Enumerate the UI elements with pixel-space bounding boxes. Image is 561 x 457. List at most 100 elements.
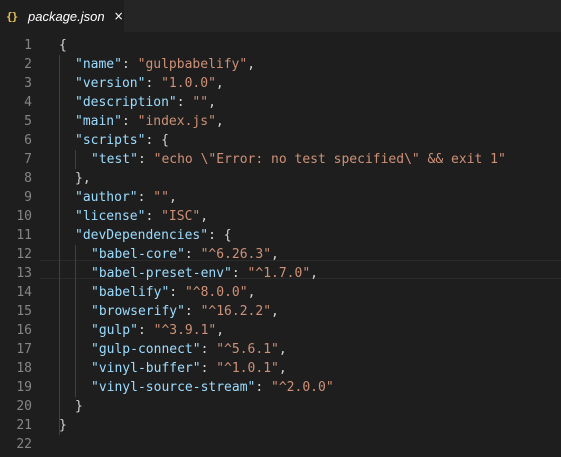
json-key: "vinyl-buffer" xyxy=(91,361,201,376)
punctuation: : xyxy=(176,95,193,110)
punctuation: } xyxy=(75,399,83,414)
line-number: 11 xyxy=(16,228,32,243)
json-string-value: "^3.9.1" xyxy=(153,323,217,338)
code-line: 1{ xyxy=(0,36,561,55)
code-line: 4 "description": "", xyxy=(0,93,561,112)
json-string-value: "^8.0.0" xyxy=(184,285,248,300)
line-code: { xyxy=(59,36,67,55)
code-line: 5 "main": "index.js", xyxy=(0,112,561,131)
json-string-value: "^1.7.0" xyxy=(247,266,311,281)
line-number: 15 xyxy=(16,304,32,319)
json-key: "description" xyxy=(75,95,177,110)
punctuation: , xyxy=(278,361,287,376)
json-key: "vinyl-source-stream" xyxy=(91,380,256,395)
line-number: 20 xyxy=(16,399,32,414)
line-number: 9 xyxy=(24,190,32,205)
line-code: }, xyxy=(75,169,91,188)
code-line: 7 "test": "echo \"Error: no test specifie… xyxy=(0,150,561,169)
json-key: "author" xyxy=(75,190,138,205)
line-code: "babel-preset-env": "^1.7.0", xyxy=(91,264,318,283)
json-file-icon: {} xyxy=(6,9,18,23)
punctuation: , xyxy=(216,323,225,338)
line-number: 5 xyxy=(24,114,32,129)
line-code: "babel-core": "^6.26.3", xyxy=(91,245,279,264)
punctuation: : { xyxy=(208,228,232,243)
line-number: 1 xyxy=(24,38,32,53)
punctuation: , xyxy=(208,95,216,110)
punctuation: : xyxy=(121,57,138,72)
punctuation: , xyxy=(247,57,256,72)
line-number: 2 xyxy=(24,57,32,72)
punctuation: , xyxy=(168,190,177,205)
punctuation: , xyxy=(271,304,279,319)
close-icon[interactable]: × xyxy=(114,9,124,23)
punctuation: : xyxy=(255,380,272,395)
code-line: 14 "babelify": "^8.0.0", xyxy=(0,283,561,302)
line-number: 3 xyxy=(24,76,32,91)
code-line: 8}, xyxy=(0,169,561,188)
line-number: 19 xyxy=(16,380,32,395)
line-code: "babelify": "^8.0.0", xyxy=(91,283,255,302)
json-key: "babelify" xyxy=(91,285,170,300)
tab-bar: {} package.json × xyxy=(0,0,561,32)
punctuation: , xyxy=(278,342,287,357)
code-line: 13 "babel-preset-env": "^1.7.0", xyxy=(0,264,561,283)
json-key: "license" xyxy=(75,209,146,224)
line-code: "main": "index.js", xyxy=(75,112,224,131)
punctuation: : xyxy=(169,285,185,300)
json-key: "name" xyxy=(75,57,122,72)
json-string-value: "^16.2.2" xyxy=(200,304,272,319)
punctuation: : xyxy=(184,247,201,262)
line-number: 12 xyxy=(16,247,32,262)
code-line: 12 "babel-core": "^6.26.3", xyxy=(0,245,561,264)
json-key: "babel-core" xyxy=(91,247,185,262)
line-code: } xyxy=(59,416,67,435)
punctuation: : xyxy=(137,323,154,338)
json-string-value: "1.0.0" xyxy=(161,76,216,91)
punctuation: : xyxy=(145,76,162,91)
json-key: "test" xyxy=(91,152,138,167)
punctuation: : xyxy=(200,342,217,357)
line-number: 14 xyxy=(16,285,32,300)
json-string-value: "ISC" xyxy=(161,209,201,224)
line-number: 16 xyxy=(16,323,32,338)
line-code: "author": "", xyxy=(75,188,177,207)
json-string-value: "" xyxy=(153,190,169,205)
tab-package-json[interactable]: {} package.json × xyxy=(0,0,124,32)
json-key: "gulp-connect" xyxy=(91,342,201,357)
json-key: "babel-preset-env" xyxy=(91,266,232,281)
punctuation: , xyxy=(247,285,256,300)
punctuation: : xyxy=(145,209,162,224)
code-line: 3 "version": "1.0.0", xyxy=(0,74,561,93)
code-line: 11 "devDependencies": { xyxy=(0,226,561,245)
punctuation: } xyxy=(59,418,67,433)
line-number: 8 xyxy=(24,171,32,186)
punctuation: , xyxy=(310,266,318,281)
json-string-value: "gulpbabelify" xyxy=(137,57,248,72)
code-line: 15 "browserify": "^16.2.2", xyxy=(0,302,561,321)
line-number: 6 xyxy=(24,133,32,148)
code-line: 20} xyxy=(0,397,561,416)
line-code: } xyxy=(75,397,83,416)
tab-label: package.json xyxy=(28,8,105,24)
punctuation: : xyxy=(184,304,201,319)
code-line: 10 "license": "ISC", xyxy=(0,207,561,226)
punctuation: , xyxy=(200,209,209,224)
code-editor[interactable]: 1{2 "name": "gulpbabelify", 3 "version": "1… xyxy=(0,36,561,457)
line-code: "vinyl-source-stream": "^2.0.0" xyxy=(91,378,334,397)
line-number: 4 xyxy=(24,95,32,110)
json-string-value: "index.js" xyxy=(137,114,216,129)
json-string-value: "^5.6.1" xyxy=(216,342,279,357)
line-number: 17 xyxy=(16,342,32,357)
line-code: "browserify": "^16.2.2", xyxy=(91,302,279,321)
line-code: "gulp-connect": "^5.6.1", xyxy=(91,340,287,359)
json-string-value: "^1.0.1" xyxy=(216,361,279,376)
code-line: 2 "name": "gulpbabelify", xyxy=(0,55,561,74)
json-key: "devDependencies" xyxy=(75,228,209,243)
code-line: 17 "gulp-connect": "^5.6.1", xyxy=(0,340,561,359)
line-number: 10 xyxy=(16,209,32,224)
json-string-value: "^6.26.3" xyxy=(200,247,272,262)
punctuation: }, xyxy=(75,171,91,186)
line-number: 13 xyxy=(16,266,32,281)
punctuation: , xyxy=(271,247,279,262)
